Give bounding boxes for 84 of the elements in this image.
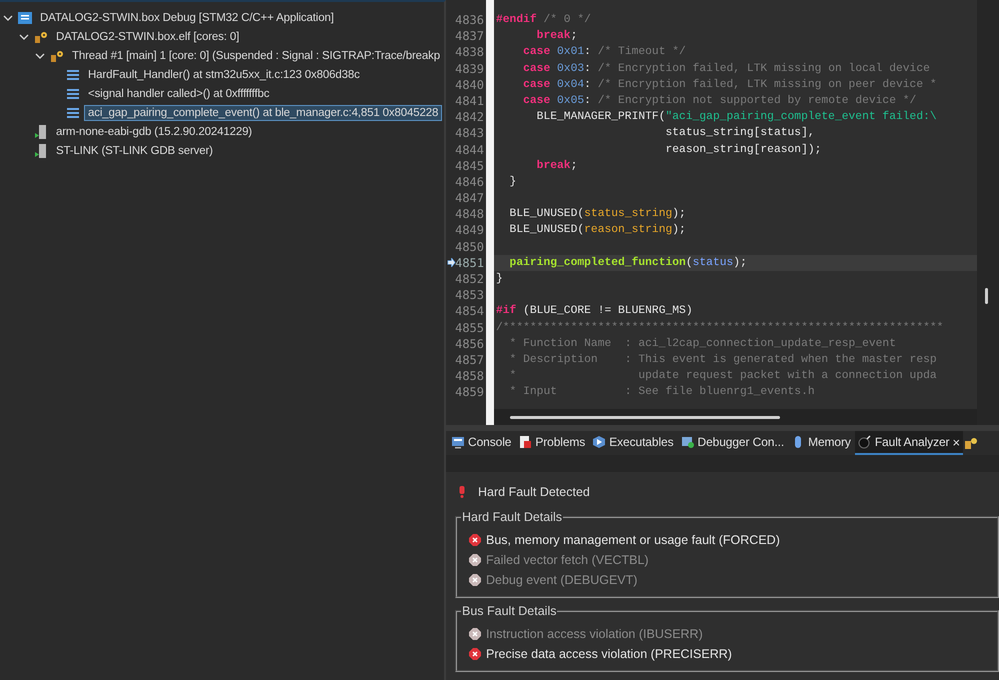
- server-icon: [34, 124, 48, 138]
- code-line: BLE_UNUSED(reason_string);: [508, 224, 686, 236]
- tree-item[interactable]: <signal handler called>() at 0xfffffffbc: [84, 86, 274, 102]
- code-line: }: [508, 176, 516, 188]
- fault-label: Bus, memory management or usage fault (FORCED): [486, 533, 780, 547]
- document-error-icon: [518, 435, 532, 449]
- panel-tab[interactable]: Memory: [788, 431, 854, 455]
- bomb-icon: [858, 435, 872, 449]
- stack-frame-icon: [66, 86, 80, 100]
- line-number: 4850: [455, 240, 484, 254]
- line-number: 4854: [455, 304, 484, 318]
- code-line: }: [496, 273, 503, 285]
- tree-item[interactable]: aci_gap_pairing_complete_event() at ble_manager.c:4,851 0x8045228: [84, 104, 442, 120]
- line-number: 4836: [455, 13, 484, 27]
- line-number: 4845: [455, 158, 484, 173]
- line-number: 4841: [455, 94, 484, 108]
- code-line: reason_string[reason]);: [664, 144, 822, 156]
- line-number: 4849: [455, 223, 484, 238]
- code-line: case 0x01: /* Timeout */: [522, 46, 686, 58]
- panel-tab[interactable]: Executables: [589, 431, 676, 455]
- line-number: 4853: [455, 288, 484, 302]
- panel-tab[interactable]: Problems: [515, 431, 588, 455]
- line-number: 4838: [455, 45, 484, 60]
- fault-label: Failed vector fetch (VECTBL): [486, 553, 649, 567]
- stack-frame-icon: [66, 68, 80, 82]
- line-number: 4851: [455, 256, 484, 270]
- monitor-icon: [451, 435, 465, 449]
- line-number: 4840: [455, 78, 484, 92]
- tree-item[interactable]: arm-none-eabi-gdb (15.2.90.20241229): [52, 124, 256, 140]
- horizontal-scrollbar[interactable]: [494, 409, 977, 425]
- code-line: * Description : This event is generated when the master resp: [508, 354, 937, 366]
- code-line: BLE_UNUSED(status_string);: [508, 208, 686, 220]
- code-line: #endif /* 0 */: [496, 14, 591, 26]
- line-number: 4858: [455, 369, 484, 384]
- group-title: Hard Fault Details: [461, 510, 564, 524]
- tree-item[interactable]: DATALOG2-STWIN.box Debug [STM32 C/C++ Application]: [36, 10, 338, 26]
- code-line: BLE_MANAGER_PRINTF("aci_gap_pairing_complete_event failed:\: [536, 111, 937, 124]
- line-number: 4859: [455, 385, 484, 400]
- code-line: /*****************************************************************: [496, 322, 944, 334]
- stack-frame-icon: [66, 106, 80, 120]
- code-line: status_string[status],: [664, 127, 815, 140]
- code-line: #if (BLUE_CORE != BLUENRG_MS): [496, 305, 693, 318]
- scrollbar-thumb[interactable]: [985, 288, 988, 304]
- code-line: * Function Name : aci_l2cap_connection_update_resp_event: [508, 338, 896, 350]
- ide-icon: [18, 10, 32, 24]
- line-number: 4855: [455, 320, 484, 335]
- toolbar-icon[interactable]: [964, 436, 978, 450]
- tree-item[interactable]: Thread #1 [main] 1 [core: 0] (Suspended : Signal : SIGTRAP:Trace/breakp: [68, 48, 444, 64]
- tree-item[interactable]: HardFault_Handler() at stm32u5xx_it.c:123 0x806d38c: [84, 66, 364, 82]
- status-text: Hard Fault Detected: [478, 485, 590, 499]
- gear-icon: [34, 30, 48, 44]
- code-line: * update request packet with a connection upda: [508, 370, 937, 382]
- code-line: * Input : See file bluenrg1_events.h: [508, 386, 815, 398]
- line-number: 4839: [455, 62, 484, 76]
- code-line: case 0x05: /* Encryption not supported by remote device */: [522, 94, 916, 107]
- close-icon[interactable]: ×: [952, 434, 960, 450]
- panel-tab[interactable]: Console: [448, 431, 514, 455]
- code-line: break;: [536, 160, 578, 172]
- line-number: 4856: [455, 336, 484, 351]
- code-line: pairing_completed_function(status);: [508, 256, 747, 269]
- fault-label: Precise data access violation (PRECISERR): [486, 647, 732, 661]
- server-icon: [34, 144, 48, 158]
- panel-tab[interactable]: Fault Analyzer ×: [854, 431, 963, 455]
- code-line: case 0x04: /* Encryption failed, LTK missing on peer device *: [522, 78, 937, 91]
- line-number: 4847: [455, 191, 484, 206]
- tree-item[interactable]: DATALOG2-STWIN.box.elf [cores: 0]: [52, 28, 244, 44]
- window-gear-icon: [680, 435, 694, 449]
- line-number: 4837: [455, 29, 484, 44]
- line-number: 4846: [455, 174, 484, 189]
- line-number: 4848: [455, 207, 484, 222]
- line-number: 4852: [455, 272, 484, 286]
- panel-tab[interactable]: Debugger Con...: [678, 431, 788, 455]
- code-line: break;: [536, 30, 578, 42]
- line-number: 4844: [455, 142, 484, 156]
- gear-icon: [50, 48, 64, 62]
- hexagon-icon: [592, 435, 606, 449]
- fault-label: Instruction access violation (IBUSERR): [486, 627, 703, 641]
- fault-label: Debug event (DEBUGEVT): [486, 573, 638, 587]
- line-number: 4842: [455, 110, 484, 124]
- line-number: 4843: [455, 126, 484, 140]
- code-line: case 0x03: /* Encryption failed, LTK missing on local device: [522, 62, 930, 75]
- line-number: 4857: [455, 352, 484, 367]
- group-title: Bus Fault Details: [461, 604, 558, 618]
- tree-item[interactable]: ST-LINK (ST-LINK GDB server): [52, 142, 217, 158]
